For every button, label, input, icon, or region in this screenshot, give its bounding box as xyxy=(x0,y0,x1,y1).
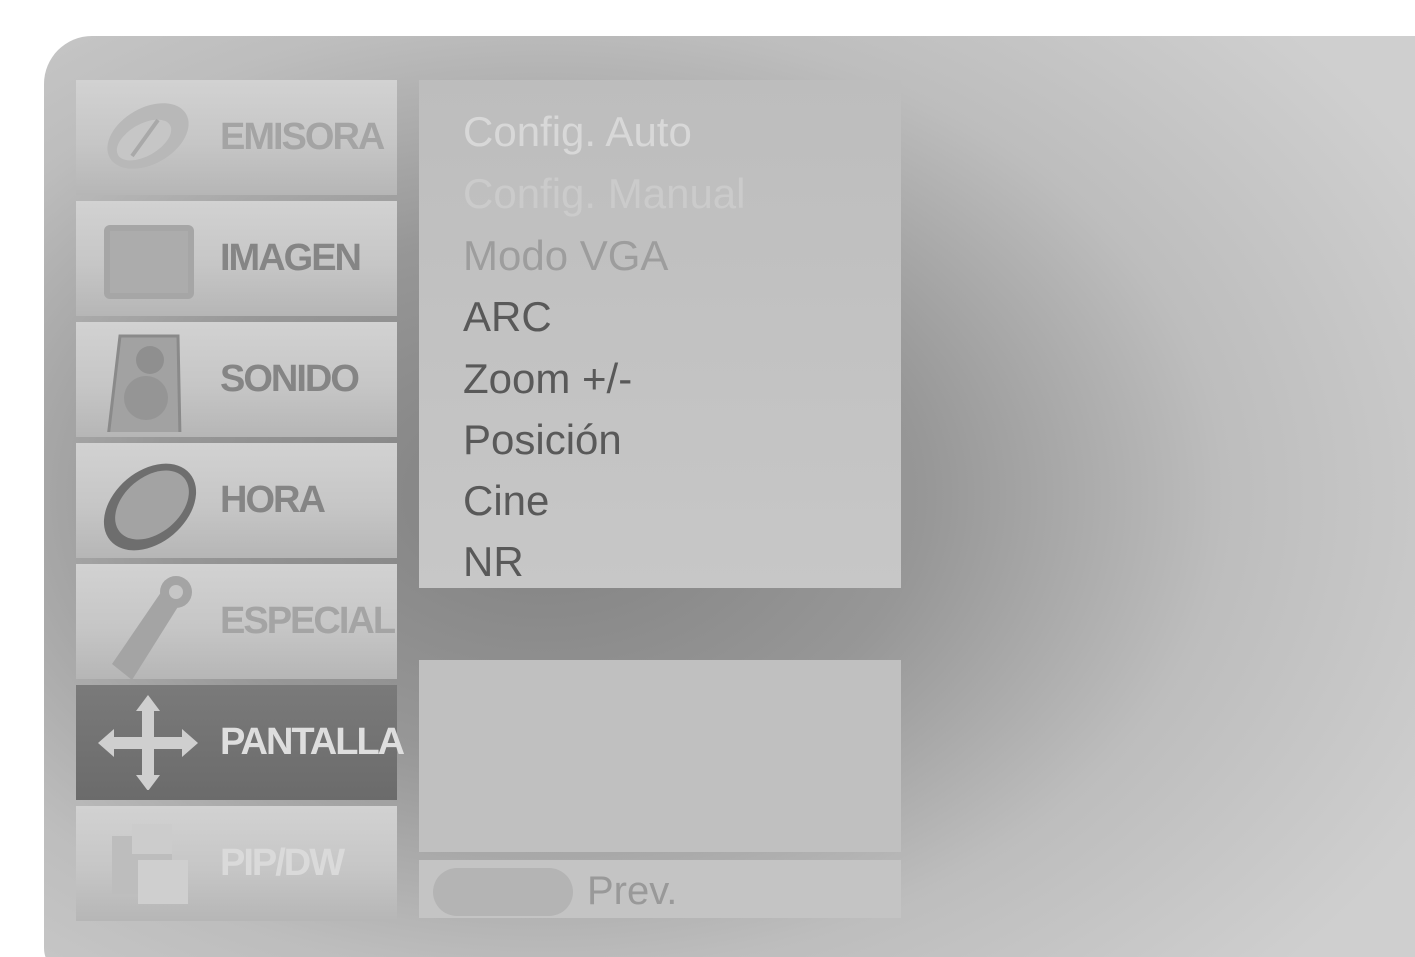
menu-item-label: PANTALLA xyxy=(220,721,405,763)
menu-item-hora[interactable]: HORA xyxy=(76,443,397,558)
menu-item-pantalla[interactable]: PANTALLA xyxy=(76,685,405,800)
menu-item-label: EMISORA xyxy=(220,116,385,158)
submenu-item-arc[interactable]: ARC xyxy=(463,287,552,347)
menu-item-label: IMAGEN xyxy=(220,237,362,279)
prev-button-pill[interactable] xyxy=(433,868,573,916)
menu-item-sonido[interactable]: SONIDO xyxy=(76,322,397,440)
submenu-item-config-manual[interactable]: Config. Manual xyxy=(463,164,746,224)
menu-item-label: HORA xyxy=(220,479,326,521)
move-arrows-icon xyxy=(98,695,198,791)
submenu-item-cine[interactable]: Cine xyxy=(463,471,549,531)
submenu-item-nr[interactable]: NR xyxy=(463,532,524,592)
footer-bar: Prev. xyxy=(419,860,901,918)
menu-item-imagen[interactable]: IMAGEN xyxy=(76,201,397,316)
menu-item-label: PIP/DW xyxy=(220,842,345,884)
submenu-item-posicion[interactable]: Posición xyxy=(463,410,622,470)
pip-windows-icon xyxy=(98,816,198,911)
info-box xyxy=(419,660,901,852)
menu-item-emisora[interactable]: EMISORA xyxy=(76,80,397,195)
prev-label: Prev. xyxy=(587,869,678,913)
speaker-icon xyxy=(98,332,198,440)
submenu-item-config-auto[interactable]: Config. Auto xyxy=(463,102,692,162)
menu-item-label: SONIDO xyxy=(220,358,360,400)
menu-item-especial[interactable]: ESPECIAL xyxy=(76,564,397,680)
satellite-dish-icon xyxy=(98,90,198,185)
menu-item-label: ESPECIAL xyxy=(220,600,396,642)
picture-icon xyxy=(98,211,198,306)
submenu-item-modo-vga[interactable]: Modo VGA xyxy=(463,226,668,286)
submenu-item-zoom[interactable]: Zoom +/- xyxy=(463,349,632,409)
key-tag-icon xyxy=(98,574,198,680)
clock-icon xyxy=(98,453,198,551)
pantalla-submenu: Config. Auto Config. Manual Modo VGA ARC… xyxy=(419,80,901,588)
menu-item-pip-dw[interactable]: PIP/DW xyxy=(76,806,397,921)
